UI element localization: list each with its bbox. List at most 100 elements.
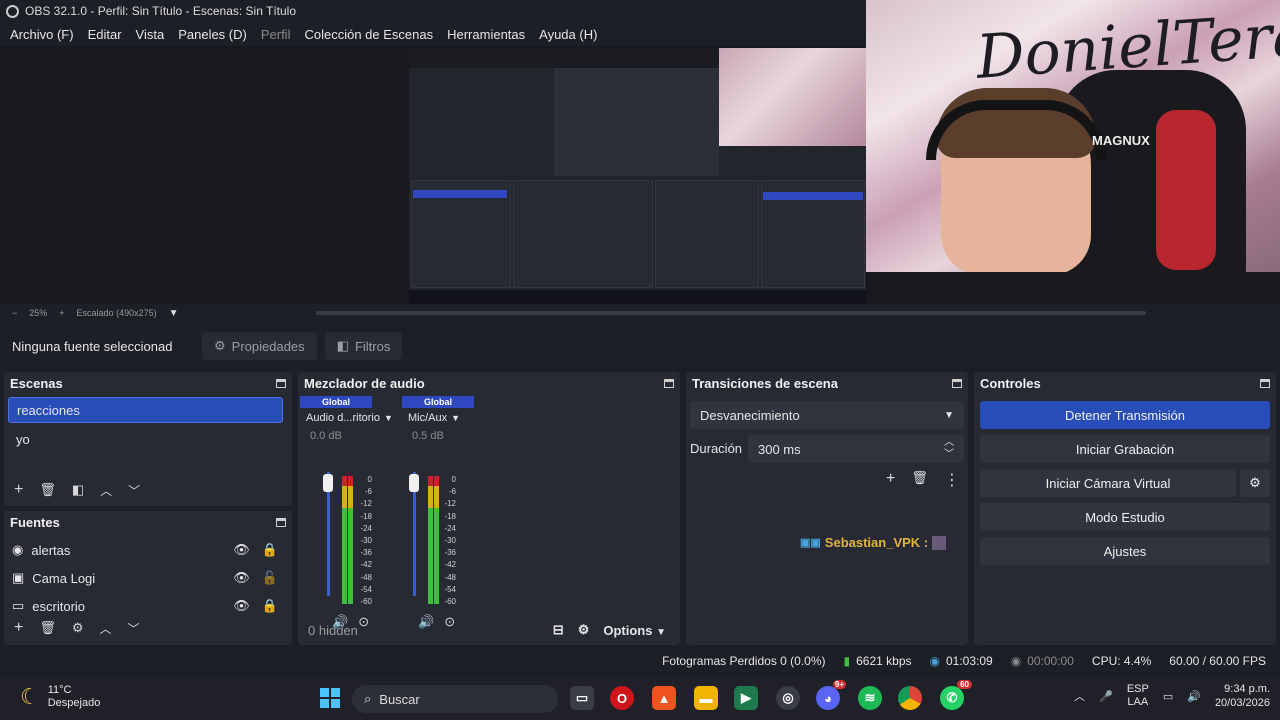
gear-icon: ⚙: [1249, 475, 1261, 490]
settings-button[interactable]: Ajustes: [980, 537, 1270, 565]
weather-widget[interactable]: ☾ 11°C Despejado: [20, 684, 100, 710]
stop-streaming-button[interactable]: Detener Transmisión: [980, 401, 1270, 429]
source-label: Cama Logi: [32, 570, 96, 586]
globe-icon: ◉: [12, 542, 24, 557]
transitions-title: Transiciones de escena: [692, 375, 838, 391]
channel-name-dropdown[interactable]: Mic/Aux ▼: [402, 412, 474, 424]
filters-button[interactable]: ◧ Filtros: [324, 332, 403, 360]
more-options-icon[interactable]: ⋮: [944, 470, 960, 490]
peak-meter-left: [428, 476, 433, 604]
lock-icon[interactable]: 🔒: [262, 598, 278, 614]
scenes-title: Escenas: [10, 375, 63, 391]
spotify-icon[interactable]: ≋: [858, 686, 882, 710]
start-virtual-camera-button[interactable]: Iniciar Cámara Virtual: [980, 469, 1236, 497]
discord-icon[interactable]: ◕ 9+: [816, 680, 846, 710]
undock-icon[interactable]: [276, 378, 286, 388]
whatsapp-icon[interactable]: ✆ 60: [940, 680, 972, 710]
weather-temp: 11°C: [47, 684, 72, 696]
preview-scrollbar[interactable]: [316, 311, 1146, 315]
options-button[interactable]: Options ▼: [603, 623, 666, 638]
fps-readout: 60.00 / 60.00 FPS: [1169, 654, 1266, 668]
visibility-eye-icon[interactable]: 👁: [233, 542, 250, 558]
properties-button[interactable]: ⚙ Propiedades: [202, 332, 317, 360]
zoom-out-button[interactable]: −: [12, 308, 17, 318]
undock-icon[interactable]: [952, 378, 962, 388]
volume-icon[interactable]: 🔊: [1187, 690, 1201, 703]
menu-perfil[interactable]: Perfil: [261, 27, 291, 42]
menu-ayuda[interactable]: Ayuda (H): [539, 27, 597, 42]
volume-fader-handle[interactable]: [323, 474, 333, 492]
chevron-down-icon: ▼: [451, 413, 461, 423]
remove-transition-icon[interactable]: 🗑: [911, 470, 928, 490]
tray-overflow-icon[interactable]: ︿: [1074, 688, 1085, 704]
task-view-icon[interactable]: ▭: [570, 686, 594, 710]
virtual-camera-settings-button[interactable]: ⚙: [1240, 469, 1270, 497]
scale-label: Escalado (490x275): [76, 308, 157, 318]
lock-icon[interactable]: 🔒: [262, 542, 278, 558]
brave-icon[interactable]: ▲: [652, 686, 676, 710]
add-transition-icon[interactable]: +: [886, 470, 895, 490]
volume-fader-handle[interactable]: [409, 474, 419, 492]
move-up-icon[interactable]: ︿: [100, 482, 112, 499]
move-up-icon[interactable]: ︿: [100, 620, 112, 637]
move-down-icon[interactable]: ﹀: [128, 620, 140, 637]
channel-name: Mic/Aux: [408, 412, 448, 424]
add-source-icon[interactable]: +: [14, 619, 23, 637]
start-recording-button[interactable]: Iniciar Grabación: [980, 435, 1270, 463]
taskbar-search[interactable]: ⌕ Buscar: [352, 685, 558, 713]
record-time: 00:00:00: [1027, 654, 1074, 668]
undock-icon[interactable]: [664, 378, 674, 388]
audio-mixer-dock: Mezclador de audio Global Audio d...rito…: [298, 372, 680, 645]
duration-label: Duración: [690, 441, 743, 456]
microphone-icon[interactable]: 🎤: [1099, 690, 1113, 703]
zoom-in-button[interactable]: +: [59, 308, 64, 318]
app-icon[interactable]: ▶: [734, 686, 758, 710]
source-item-alertas[interactable]: ◉ alertas 👁 🔒: [12, 538, 278, 562]
scale-dropdown-icon[interactable]: ▼: [169, 308, 179, 319]
windows-start-icon[interactable]: [318, 686, 342, 710]
chrome-icon[interactable]: [898, 686, 922, 710]
move-down-icon[interactable]: ﹀: [128, 482, 140, 499]
file-explorer-icon[interactable]: ▬: [694, 686, 718, 710]
dropped-frames: Fotogramas Perdidos 0 (0.0%): [662, 654, 826, 668]
channel-name-dropdown[interactable]: Audio d...ritorio ▼: [300, 412, 393, 424]
visibility-eye-icon[interactable]: 👁: [233, 598, 250, 614]
add-scene-icon[interactable]: +: [14, 481, 23, 499]
discord-badge: 9+: [832, 680, 846, 689]
title-bar: OBS 32.1.0 - Perfil: Sin Título - Escena…: [0, 0, 866, 22]
scene-item-yo[interactable]: yo: [8, 426, 283, 452]
source-item-cama-logi[interactable]: ▣ Cama Logi 👁 🔓: [12, 566, 278, 590]
undock-icon[interactable]: [1260, 378, 1270, 388]
preview-nested-screen-capture: [409, 48, 867, 306]
opera-icon[interactable]: O: [610, 686, 634, 710]
menu-herramientas[interactable]: Herramientas: [447, 27, 525, 42]
layout-toggle-icon[interactable]: ⊟: [553, 622, 564, 638]
controls-title: Controles: [980, 375, 1041, 391]
menu-coleccion-escenas[interactable]: Colección de Escenas: [304, 27, 433, 42]
remove-source-icon[interactable]: 🗑: [39, 620, 56, 636]
visibility-eye-icon[interactable]: 👁: [233, 570, 250, 586]
obs-taskbar-icon[interactable]: ◎: [776, 686, 800, 710]
remove-scene-icon[interactable]: 🗑: [39, 482, 56, 498]
unlock-icon[interactable]: 🔓: [262, 570, 278, 586]
scene-filters-icon[interactable]: ◧: [72, 482, 84, 498]
studio-mode-button[interactable]: Modo Estudio: [980, 503, 1270, 531]
source-item-escritorio[interactable]: ▭ escritorio 👁 🔒: [12, 594, 278, 618]
whatsapp-badge: 60: [957, 680, 972, 689]
spin-arrows-icon[interactable]: ︿ ﹀: [944, 437, 954, 461]
scene-item-reacciones[interactable]: reacciones: [8, 397, 283, 423]
menu-bar: Archivo (F) Editar Vista Paneles (D) Per…: [0, 22, 866, 46]
advanced-audio-gear-icon[interactable]: ⚙: [578, 622, 590, 638]
transition-select[interactable]: Desvanecimiento ▼: [690, 401, 964, 429]
menu-editar[interactable]: Editar: [88, 27, 122, 42]
language-indicator[interactable]: ESP LAA: [1127, 683, 1149, 709]
source-settings-gear-icon[interactable]: ⚙: [72, 620, 84, 636]
menu-paneles[interactable]: Paneles (D): [178, 27, 247, 42]
duration-spinbox[interactable]: 300 ms ︿ ﹀: [748, 435, 964, 463]
network-icon[interactable]: ▭: [1163, 690, 1173, 703]
transition-selected: Desvanecimiento: [700, 407, 800, 423]
clock[interactable]: 9:34 p.m. 20/03/2026: [1215, 682, 1270, 710]
undock-icon[interactable]: [276, 517, 286, 527]
menu-vista[interactable]: Vista: [136, 27, 165, 42]
menu-archivo[interactable]: Archivo (F): [10, 27, 74, 42]
